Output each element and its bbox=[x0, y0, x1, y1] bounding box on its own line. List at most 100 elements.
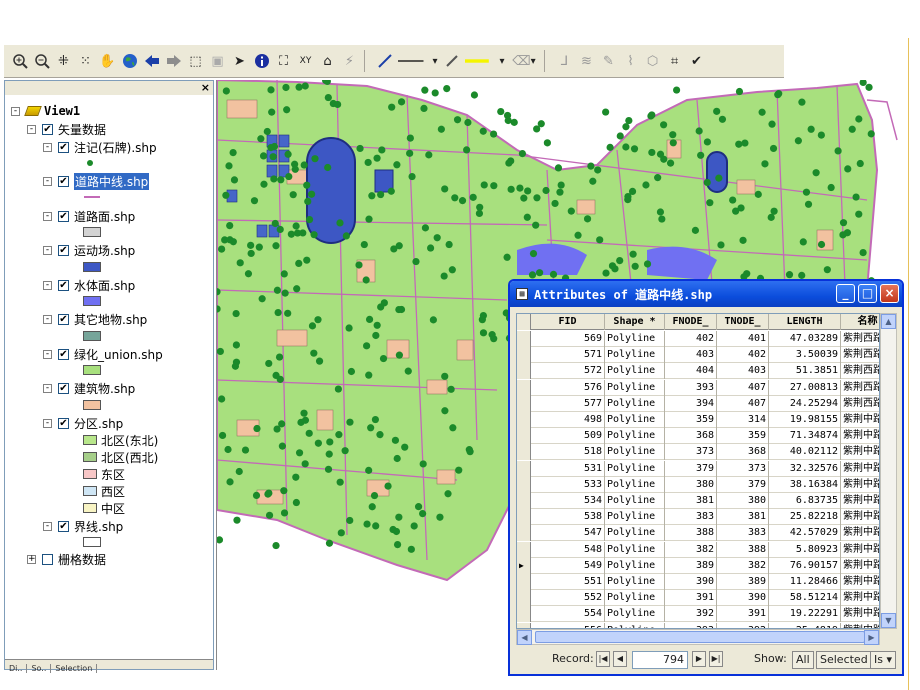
toc-layer-row[interactable]: - ✔ 水体面.shp bbox=[43, 277, 135, 293]
toc-layer-row[interactable]: - ✔ 运动场.shp bbox=[43, 243, 135, 259]
scroll-down-icon[interactable]: ▼ bbox=[881, 613, 896, 628]
row-selector[interactable] bbox=[517, 428, 531, 445]
column-header[interactable]: Shape * bbox=[605, 314, 665, 330]
minimize-button[interactable]: _ bbox=[836, 284, 855, 303]
polygon-icon[interactable]: ⬡ bbox=[643, 50, 662, 72]
row-selector[interactable] bbox=[517, 590, 531, 607]
collapse-icon[interactable]: - bbox=[43, 384, 52, 393]
toc-layer-row[interactable]: - ✔ 道路面.shp bbox=[43, 208, 135, 224]
zoom-in-icon[interactable] bbox=[10, 50, 29, 72]
go-to-xy-icon[interactable]: XY bbox=[296, 50, 315, 72]
row-selector[interactable] bbox=[517, 395, 531, 412]
row-selector[interactable] bbox=[517, 493, 531, 509]
full-extent-globe-icon[interactable] bbox=[120, 50, 139, 72]
layer-checkbox[interactable]: ✔ bbox=[58, 520, 69, 532]
layer-checkbox[interactable]: ✔ bbox=[58, 210, 69, 222]
fixed-zoom-in-icon[interactable]: ⁜ bbox=[54, 50, 73, 72]
collapse-icon[interactable]: - bbox=[43, 349, 52, 359]
previous-record-button[interactable]: ◀ bbox=[613, 651, 627, 667]
row-selector[interactable] bbox=[517, 574, 531, 590]
row-selector[interactable] bbox=[517, 541, 531, 558]
horizontal-scrollbar[interactable]: ◀ ▶ bbox=[516, 629, 880, 645]
toc-close-icon[interactable]: × bbox=[201, 81, 210, 94]
table-row[interactable]: 518 Polyline 373 368 40.02112 紫荆中路 bbox=[517, 444, 879, 461]
group-checkbox[interactable]: ✔ bbox=[42, 123, 53, 135]
records-options-button[interactable]: Is ▾ bbox=[870, 651, 897, 669]
edit-vertex-icon[interactable]: ⅃ bbox=[555, 50, 574, 72]
vertical-scrollbar[interactable]: ▲ ▼ bbox=[880, 313, 897, 629]
toc-layer-row[interactable]: - ✔ 绿化_union.shp bbox=[43, 346, 163, 362]
identify-icon[interactable] bbox=[252, 50, 271, 72]
layer-checkbox[interactable]: ✔ bbox=[58, 417, 69, 429]
column-header[interactable]: FID bbox=[531, 314, 605, 330]
table-row[interactable]: 547 Polyline 388 383 42.57029 紫荆中路 bbox=[517, 525, 879, 542]
table-row[interactable]: 577 Polyline 394 407 24.25294 紫荆西路 bbox=[517, 395, 879, 412]
row-selector[interactable] bbox=[517, 444, 531, 461]
scroll-up-icon[interactable]: ▲ bbox=[881, 314, 896, 329]
hyperlink-lightning-icon[interactable]: ⚡ bbox=[340, 50, 359, 72]
close-button[interactable]: × bbox=[880, 284, 899, 303]
eraser-dropdown[interactable]: ⌫ ▾ bbox=[509, 50, 539, 72]
expand-icon[interactable]: + bbox=[27, 554, 36, 564]
collapse-icon[interactable]: - bbox=[43, 246, 52, 255]
back-arrow-icon[interactable] bbox=[142, 50, 161, 72]
row-selector[interactable]: ▶ bbox=[517, 557, 531, 574]
editor-check-icon[interactable]: ✔ bbox=[687, 50, 706, 72]
row-selector[interactable] bbox=[517, 525, 531, 542]
reshape-icon[interactable]: ≋ bbox=[577, 50, 596, 72]
tab-source[interactable]: So.. bbox=[27, 664, 52, 673]
table-row[interactable]: 509 Polyline 368 359 71.34874 紫荆中路 bbox=[517, 428, 879, 445]
toc-layer-row[interactable]: - ✔ 其它地物.shp bbox=[43, 312, 147, 328]
layer-checkbox[interactable]: ✔ bbox=[58, 176, 69, 187]
scroll-right-icon[interactable]: ▶ bbox=[864, 630, 879, 645]
collapse-icon[interactable]: - bbox=[43, 418, 52, 428]
toc-layer-row[interactable]: - ✔ 建筑物.shp bbox=[43, 381, 135, 397]
toc-layer-row[interactable]: - ✔ 注记(石牌).shp bbox=[43, 139, 157, 155]
table-row[interactable]: 538 Polyline 383 381 25.82218 紫荆中路 bbox=[517, 509, 879, 526]
layer-checkbox[interactable]: ✔ bbox=[58, 383, 69, 394]
fill-color-dropdown[interactable]: ▾ bbox=[464, 50, 506, 72]
row-selector[interactable] bbox=[517, 460, 531, 477]
table-row[interactable]: 533 Polyline 380 379 38.16384 紫荆中路 bbox=[517, 476, 879, 493]
fill-pen-icon[interactable] bbox=[442, 50, 461, 72]
fixed-zoom-out-icon[interactable]: ⁙ bbox=[76, 50, 95, 72]
select-features-icon[interactable]: ⬚ bbox=[186, 50, 205, 72]
line-style-dropdown[interactable]: ▾ bbox=[397, 50, 439, 72]
select-elements-arrow-icon[interactable]: ➤ bbox=[230, 50, 249, 72]
last-record-button[interactable]: ▶| bbox=[709, 651, 723, 667]
collapse-icon[interactable]: - bbox=[43, 211, 52, 221]
next-record-button[interactable]: ▶ bbox=[692, 651, 706, 667]
collapse-icon[interactable]: - bbox=[43, 177, 52, 186]
measure-icon[interactable]: ⌂ bbox=[318, 50, 337, 72]
row-selector[interactable] bbox=[517, 347, 531, 364]
maximize-button[interactable]: □ bbox=[858, 284, 877, 303]
table-row[interactable]: 569 Polyline 402 401 47.03289 紫荆西路 bbox=[517, 331, 879, 347]
layer-checkbox[interactable]: ✔ bbox=[58, 141, 69, 153]
row-selector[interactable] bbox=[517, 363, 531, 380]
table-row[interactable]: 551 Polyline 390 389 11.28466 紫荆中路 bbox=[517, 574, 879, 590]
collapse-icon[interactable]: - bbox=[43, 521, 52, 531]
attributes-tool-icon[interactable]: ⌗ bbox=[665, 50, 684, 72]
record-number-field[interactable]: 794 bbox=[632, 651, 688, 669]
group-checkbox[interactable] bbox=[42, 553, 53, 565]
collapse-icon[interactable]: - bbox=[11, 106, 20, 116]
table-row[interactable]: 531 Polyline 379 373 32.32576 紫荆中路 bbox=[517, 460, 879, 477]
tab-display[interactable]: Di.. bbox=[5, 664, 28, 673]
column-header[interactable]: LENGTH bbox=[769, 314, 841, 330]
find-binoculars-icon[interactable]: ⛶ bbox=[274, 50, 293, 72]
horizontal-scroll-thumb[interactable] bbox=[535, 631, 865, 643]
table-row[interactable]: 534 Polyline 381 380 6.83735 紫荆中路 bbox=[517, 493, 879, 509]
toc-group-vector[interactable]: - ✔ 矢量数据 bbox=[27, 121, 106, 137]
trace-icon[interactable]: ⌇ bbox=[621, 50, 640, 72]
column-header[interactable]: FNODE_ bbox=[665, 314, 717, 330]
forward-arrow-icon[interactable] bbox=[164, 50, 183, 72]
layer-checkbox[interactable]: ✔ bbox=[58, 245, 69, 256]
table-row[interactable]: 498 Polyline 359 314 19.98155 紫荆中路 bbox=[517, 412, 879, 428]
table-row[interactable]: 554 Polyline 392 391 19.22291 紫荆中路 bbox=[517, 606, 879, 623]
toc-group-raster[interactable]: + 栅格数据 bbox=[27, 551, 106, 567]
show-all-button[interactable]: All bbox=[792, 651, 814, 669]
show-selected-button[interactable]: Selected bbox=[816, 651, 872, 669]
table-row[interactable]: ▶ 549 Polyline 389 382 76.90157 紫荆中路 bbox=[517, 557, 879, 574]
pan-hand-icon[interactable]: ✋ bbox=[98, 50, 117, 72]
toc-root-view[interactable]: - View1 bbox=[11, 103, 80, 119]
